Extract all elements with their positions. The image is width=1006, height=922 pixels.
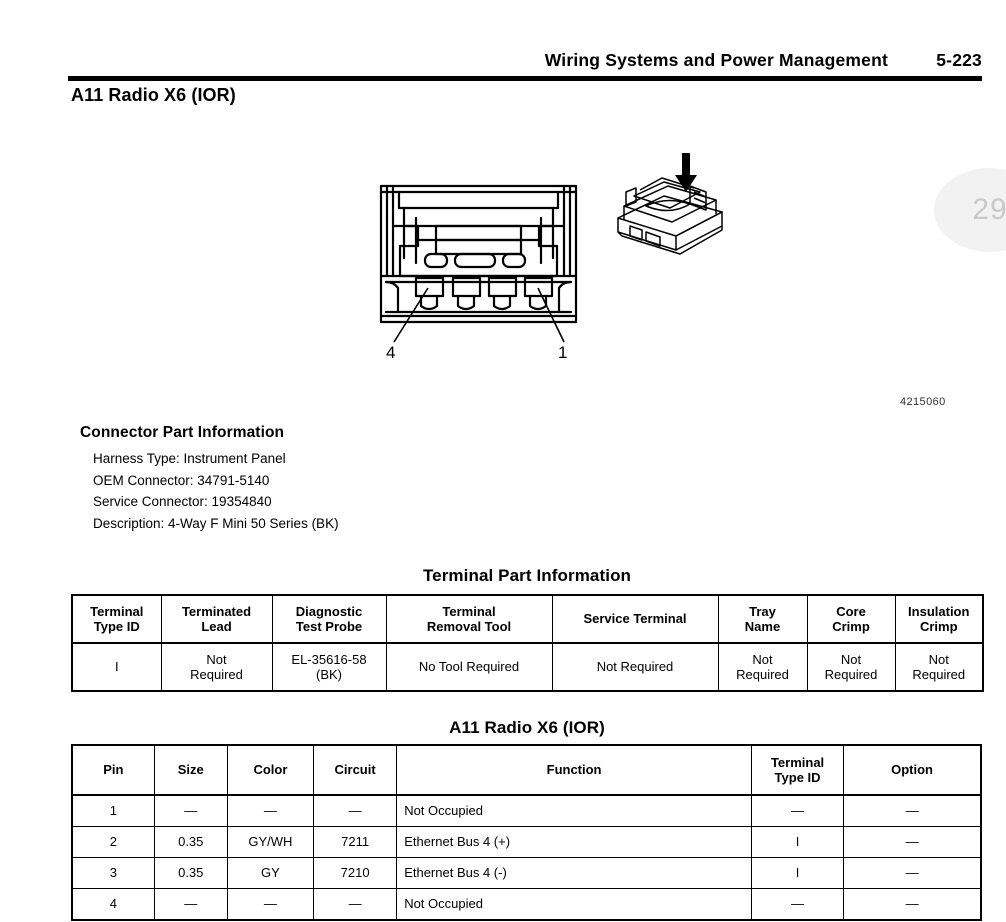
connector-part-information: Connector Part Information Harness Type:… xyxy=(80,424,600,534)
pin-table-cell-6: — xyxy=(843,794,983,827)
terminal-table-cell-2: EL-35616-58 (BK) xyxy=(271,642,387,692)
pin-table-cell-5: I xyxy=(750,857,845,889)
pin-table-cell-6: — xyxy=(843,857,983,889)
terminal-table-header-cell-5: Tray Name xyxy=(717,594,808,644)
pin-table-cell-5: I xyxy=(750,826,845,858)
pin-callout-4: 4 xyxy=(386,343,395,362)
page-title: A11 Radio X6 (IOR) xyxy=(71,85,236,105)
pin-table-cell-2: GY/WH xyxy=(226,826,315,858)
pin-table-cell-1: — xyxy=(153,794,228,827)
terminal-table-header-cell-7: Insulation Crimp xyxy=(894,594,984,644)
pin-table-header-cell-0: Pin xyxy=(70,744,155,796)
pin-table-cell-3: — xyxy=(313,888,398,921)
terminal-part-information-table: Terminal Type ID Terminated Lead Diagnostic T… xyxy=(71,594,984,692)
pin-table-cell-4: Not Occupied xyxy=(396,794,752,827)
pin-table-cell-0: 4 xyxy=(70,888,155,921)
harness-type-line: Harness Type: Instrument Panel xyxy=(93,451,286,466)
terminal-table-cell-0: I xyxy=(71,642,162,692)
header-rule xyxy=(68,76,982,81)
pin-table-body: 1— — — Not Occupied — —2 0.35 GY/WH 7211 Ethernet… xyxy=(70,794,983,921)
pin-table-header-row: Pin Size Color Circuit Function Terminal Type … xyxy=(70,744,983,796)
pin-table-cell-4: Not Occupied xyxy=(396,888,752,921)
pin-table-cell-5: — xyxy=(750,888,845,921)
pin-table-cell-0: 1 xyxy=(70,794,155,827)
table-row: 2 0.35 GY/WH 7211 Ethernet Bus 4 (+) I — xyxy=(70,826,983,858)
pin-table-cell-2: — xyxy=(226,888,315,921)
figure-number: 4215060 xyxy=(900,396,946,408)
terminal-table-header-cell-0: Terminal Type ID xyxy=(71,594,162,644)
terminal-table-header-cell-4: Service Terminal xyxy=(551,594,719,644)
header-title: Wiring Systems and Power Management xyxy=(544,50,888,70)
pin-table-cell-3: 7210 xyxy=(313,857,398,889)
pin-table-cell-3: 7211 xyxy=(313,826,398,858)
terminal-table-header-cell-3: Terminal Removal Tool xyxy=(385,594,553,644)
terminal-table-cell-1: Not Required xyxy=(160,642,273,692)
connector-figure-svg: 4 1 xyxy=(379,153,723,362)
pin-table-cell-1: 0.35 xyxy=(153,826,228,858)
pin-table-header-cell-5: Terminal Type ID xyxy=(750,744,845,796)
oem-connector-line: OEM Connector: 34791-5140 xyxy=(93,472,270,488)
connector-figure: 4 1 xyxy=(0,130,1006,375)
terminal-table-cell-4: Not Required xyxy=(551,642,719,692)
connector-part-information-heading: Connector Part Information xyxy=(80,424,285,441)
service-connector-line: Service Connector: 19354840 xyxy=(93,494,272,509)
pin-table-header-cell-1: Size xyxy=(153,744,228,796)
terminal-table-header-cell-1: Terminated Lead xyxy=(160,594,273,644)
terminal-table-header-cell-6: Core Crimp xyxy=(806,594,896,644)
pin-table-header-cell-3: Circuit xyxy=(313,744,398,796)
pin-table-cell-1: 0.35 xyxy=(153,857,228,889)
connector-isometric-view xyxy=(617,177,723,255)
pin-table-cell-3: — xyxy=(313,794,398,827)
pin-table-title: A11 Radio X6 (IOR) xyxy=(449,718,605,737)
header-row: Wiring Systems and Power Management 5-22… xyxy=(68,50,982,71)
pin-callout-1: 1 xyxy=(558,343,567,362)
terminal-table-cell-7: Not Required xyxy=(894,642,984,692)
pin-table-cell-1: — xyxy=(153,888,228,921)
terminal-table-cell-5: Not Required xyxy=(717,642,808,692)
table-row: 4— — — Not Occupied — — xyxy=(70,888,983,921)
pin-assignment-table: Pin Size Color Circuit Function Terminal Type … xyxy=(70,744,983,921)
description-line: Description: 4-Way F Mini 50 Series (BK) xyxy=(93,515,339,531)
pin-table-cell-6: — xyxy=(843,826,983,858)
pin-table-cell-0: 2 xyxy=(70,826,155,858)
page-header: Wiring Systems and Power Management 5-22… xyxy=(68,50,982,82)
pin-table-cell-4: Ethernet Bus 4 (-) xyxy=(396,857,752,889)
table-row: 1— — — Not Occupied — — xyxy=(70,794,983,827)
pin-table-cell-6: — xyxy=(843,888,983,921)
terminal-table-header-cell-2: Diagnostic Test Probe xyxy=(271,594,387,644)
pin-table-cell-2: — xyxy=(226,794,315,827)
pin-table-header-cell-2: Color xyxy=(226,744,315,796)
pin-table-cell-5: — xyxy=(750,794,845,827)
table-row: I Not Required EL-35616-58 (BK) No Tool Requi… xyxy=(71,642,984,692)
pin-table-cell-0: 3 xyxy=(70,857,155,889)
table-row: 3 0.35 GY 7210 Ethernet Bus 4 (-) I — xyxy=(70,857,983,889)
pin-table-header-cell-4: Function xyxy=(396,744,752,796)
terminal-part-information-title: Terminal Part Information xyxy=(422,566,632,585)
terminal-table-header-row: Terminal Type ID Terminated Lead Diagnostic T… xyxy=(71,594,984,644)
pin-table-cell-4: Ethernet Bus 4 (+) xyxy=(396,826,752,858)
terminal-table-cell-3: No Tool Required xyxy=(385,642,553,692)
header-page-number: 5-223 xyxy=(936,50,982,70)
pin-table-cell-2: GY xyxy=(226,857,315,889)
pin-table-header-cell-6: Option xyxy=(843,744,983,796)
terminal-table-cell-6: Not Required xyxy=(806,642,896,692)
terminal-table-body: I Not Required EL-35616-58 (BK) No Tool Requi… xyxy=(71,642,984,692)
connector-front-view xyxy=(379,184,578,324)
